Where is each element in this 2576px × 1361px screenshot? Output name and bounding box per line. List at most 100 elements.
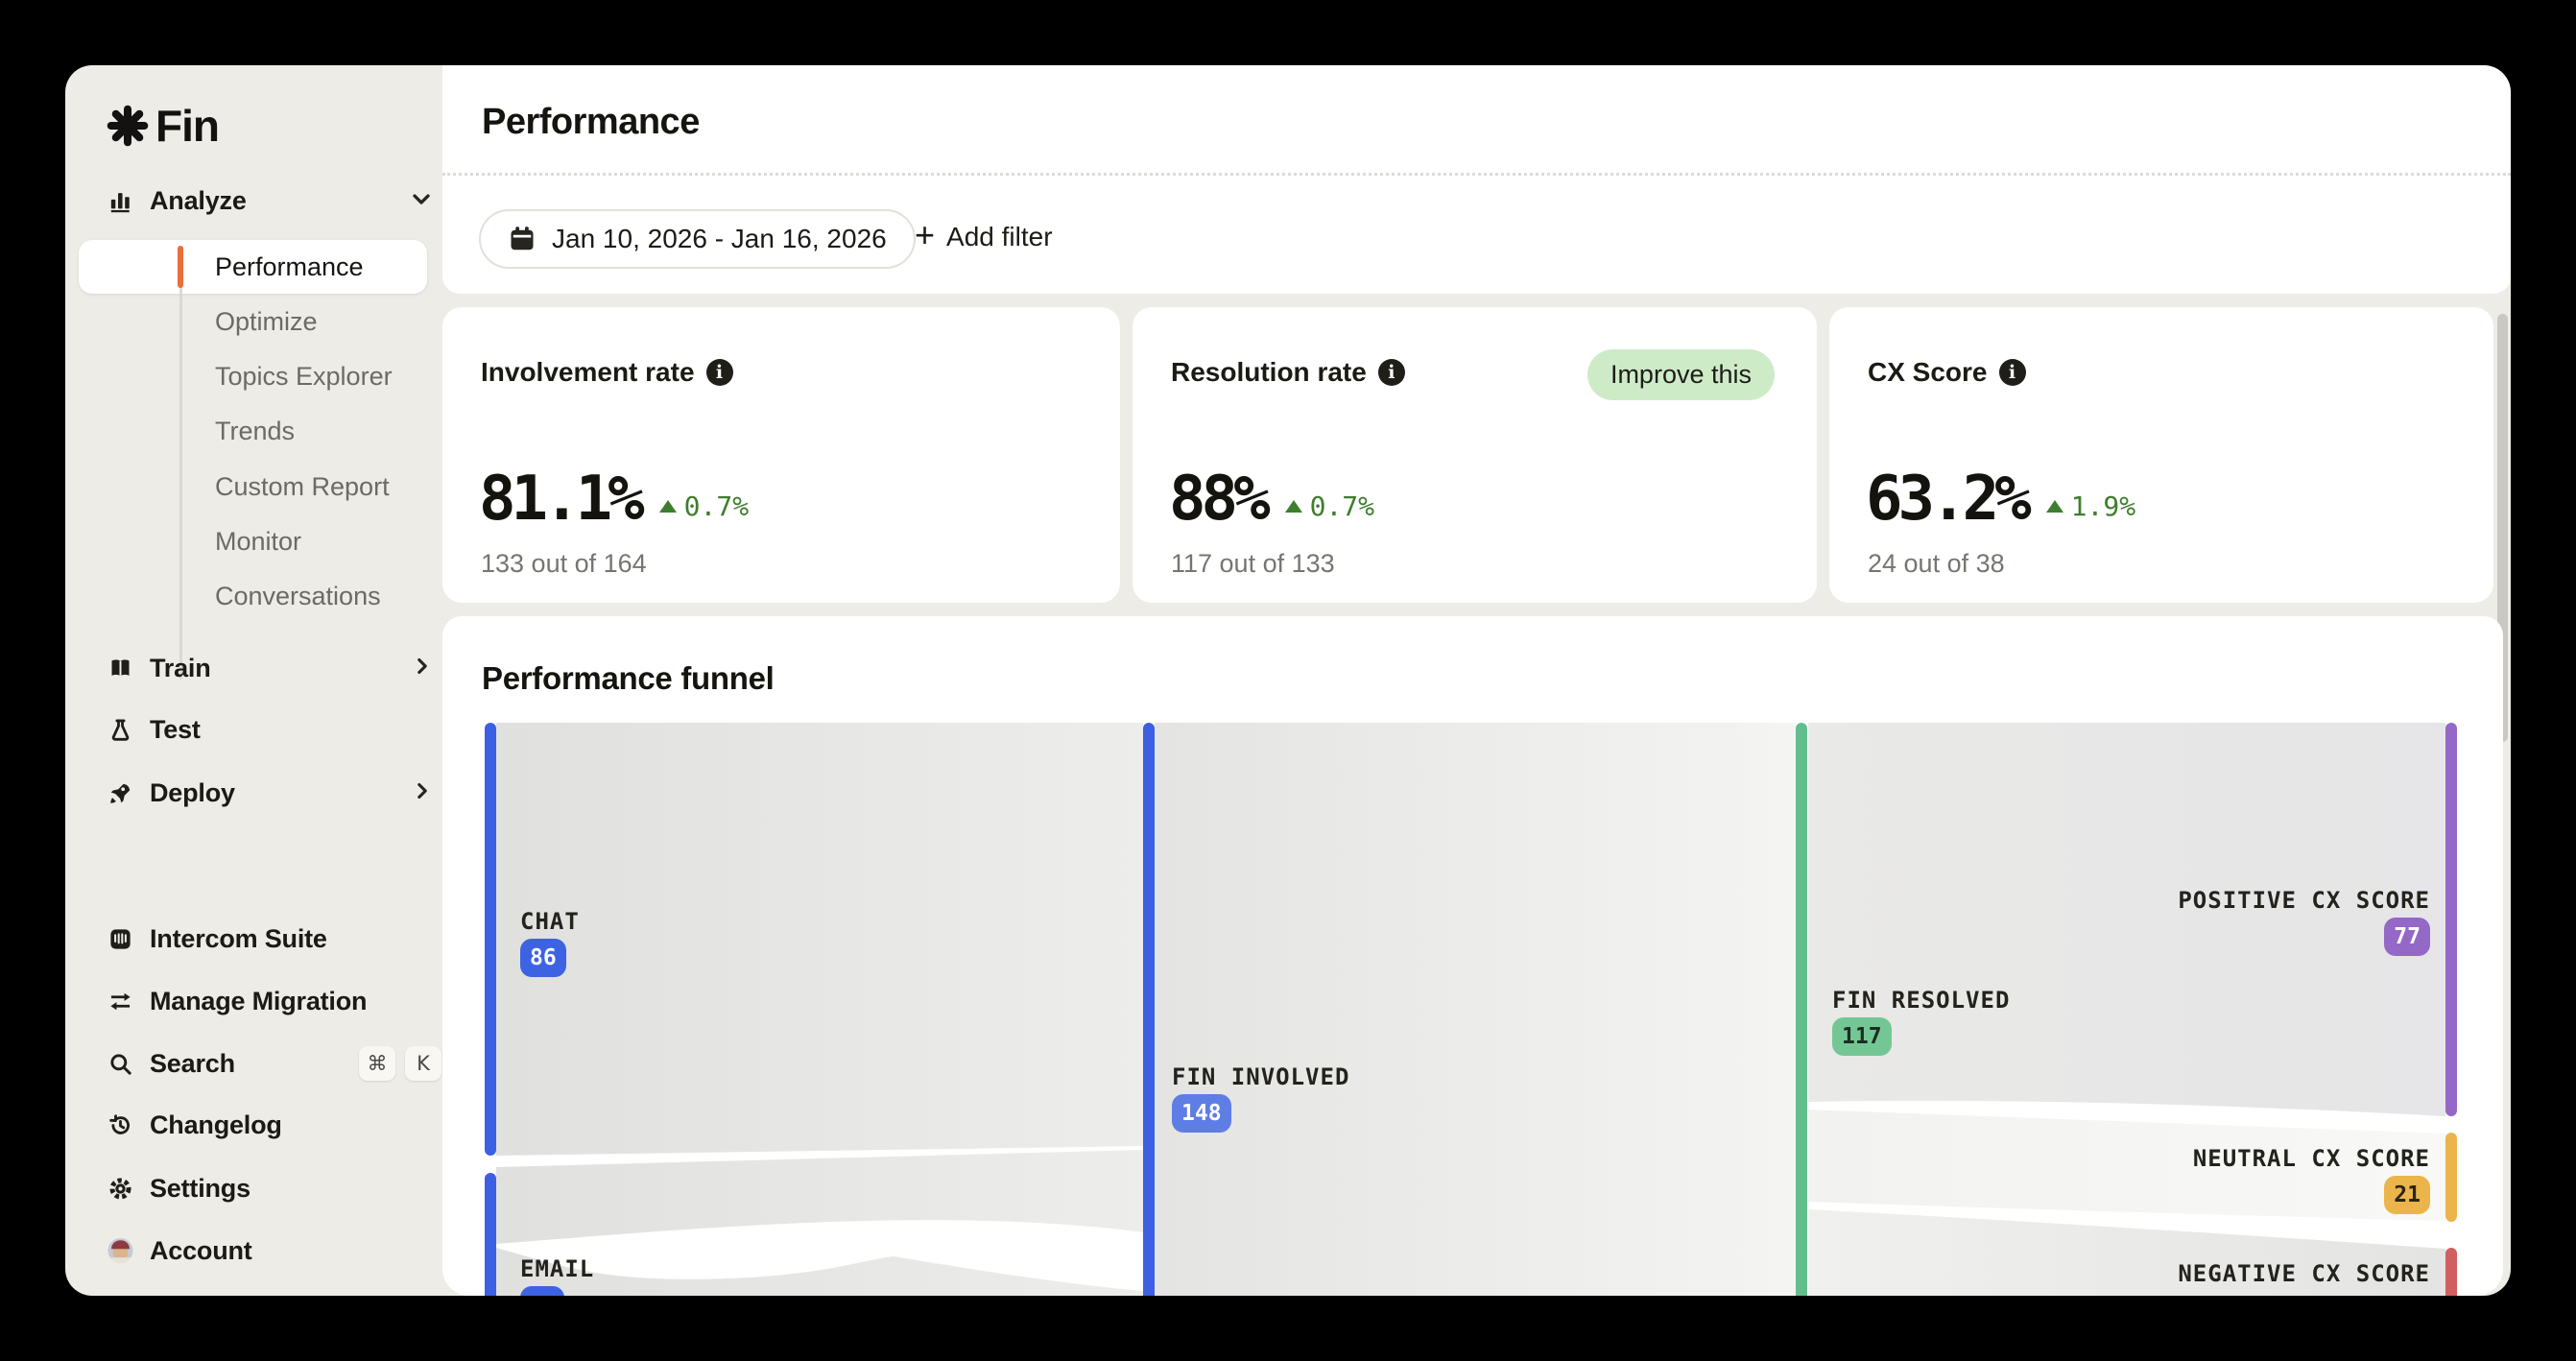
delta-up-icon: [659, 500, 677, 513]
funnel-count-fin-resolved: 117: [1832, 1017, 1892, 1056]
screenshot-canvas: Fin Analyze: [0, 0, 2576, 1361]
flow-chat-to-fin-involved: [496, 723, 1143, 1156]
metric-card-involvement-rate: Involvement rate i 81.1% 0.7% 133 out of…: [442, 307, 1120, 603]
sidebar-item-label: Conversations: [215, 582, 381, 611]
sidebar-item-label: Custom Report: [215, 472, 390, 502]
intercom-icon: [107, 926, 133, 952]
sidebar-item-analyze[interactable]: Analyze: [65, 176, 442, 226]
flask-icon: [107, 717, 133, 743]
sidebar-item-monitor[interactable]: Monitor: [65, 514, 442, 569]
sidebar-item-conversations[interactable]: Conversations: [65, 569, 442, 624]
sidebar-item-label: Performance: [215, 252, 364, 282]
sidebar-item-test[interactable]: Test: [65, 704, 442, 754]
search-icon: [107, 1051, 133, 1077]
calendar-icon: [508, 225, 537, 253]
funnel-label-email: EMAIL: [520, 1255, 594, 1282]
sidebar-item-label: Account: [150, 1236, 252, 1266]
metric-delta: 0.7%: [684, 490, 749, 522]
metric-card-cx-score: CX Score i 63.2% 1.9% 24 out of 38: [1829, 307, 2493, 603]
funnel-label-fin-involved: FIN INVOLVED: [1172, 1063, 1349, 1090]
sidebar-item-label: Search: [150, 1049, 235, 1079]
sidebar-item-label: Optimize: [215, 307, 318, 337]
chevron-right-icon: [410, 654, 435, 683]
metric-value: 63.2%: [1866, 468, 2027, 530]
flow-resolved-to-positive: [1808, 723, 2445, 1116]
sidebar-item-custom-report[interactable]: Custom Report: [65, 460, 442, 514]
funnel-bar-fin-involved: [1143, 723, 1155, 1296]
metric-subtext: 24 out of 38: [1868, 549, 2005, 579]
funnel-label-chat: CHAT: [520, 908, 580, 935]
sidebar-item-search[interactable]: Search ⌘ K: [65, 1039, 442, 1088]
header-divider: [442, 173, 2511, 176]
sidebar-item-label: Topics Explorer: [215, 362, 393, 392]
funnel-label-negative-cx: NEGATIVE CX SCORE: [2178, 1260, 2430, 1287]
sidebar-item-trends[interactable]: Trends: [65, 404, 442, 459]
sidebar-item-label: Manage Migration: [150, 987, 367, 1016]
fin-asterisk-icon: [106, 104, 150, 148]
funnel-bar-fin-resolved: [1796, 723, 1807, 1296]
header-panel: Performance Jan 10, 2026 - Jan 16, 2026 …: [442, 65, 2511, 294]
metric-subtext: 133 out of 164: [481, 549, 647, 579]
funnel-label-fin-resolved: FIN RESOLVED: [1832, 987, 2010, 1014]
funnel-bar-positive: [2445, 723, 2457, 1116]
funnel-count-positive-cx: 77: [2384, 918, 2430, 956]
sidebar-item-changelog[interactable]: Changelog: [65, 1100, 442, 1150]
app-window: Fin Analyze: [65, 65, 2511, 1296]
metric-value: 88%: [1169, 468, 1266, 530]
date-range-value: Jan 10, 2026 - Jan 16, 2026: [552, 224, 887, 254]
sidebar-item-label: Test: [150, 715, 201, 745]
add-filter-label: Add filter: [946, 222, 1053, 252]
metric-card-resolution-rate: Resolution rate i Improve this 88% 0.7% …: [1133, 307, 1817, 603]
sidebar-item-label: Monitor: [215, 527, 301, 557]
sidebar-item-label: Changelog: [150, 1110, 282, 1140]
fin-logo: Fin: [106, 100, 219, 152]
funnel-bar-email: [485, 1173, 496, 1296]
sidebar-item-optimize[interactable]: Optimize: [65, 295, 442, 349]
fin-logo-text: Fin: [155, 100, 219, 152]
info-icon[interactable]: i: [706, 359, 733, 386]
add-filter-button[interactable]: + Add filter: [915, 209, 1053, 265]
sidebar-item-topics-explorer[interactable]: Topics Explorer: [65, 349, 442, 404]
funnel-bar-neutral: [2445, 1133, 2457, 1222]
sidebar-item-label: Intercom Suite: [150, 924, 327, 954]
sidebar-item-performance[interactable]: Performance: [65, 240, 442, 295]
metric-delta: 0.7%: [1310, 490, 1374, 522]
sidebar-item-label: Deploy: [150, 778, 235, 808]
sidebar-item-label: Train: [150, 654, 211, 683]
funnel-sankey-chart: [442, 616, 2503, 1296]
sidebar-item-settings[interactable]: Settings: [65, 1163, 442, 1213]
funnel-label-positive-cx: POSITIVE CX SCORE: [2178, 887, 2430, 914]
transfer-arrows-icon: [107, 989, 133, 1015]
avatar: [107, 1238, 133, 1264]
rocket-icon: [107, 780, 133, 806]
funnel-count-neutral-cx: 21: [2384, 1176, 2430, 1214]
sidebar-item-account[interactable]: Account: [65, 1226, 442, 1276]
sidebar-item-intercom-suite[interactable]: Intercom Suite: [65, 914, 442, 964]
funnel-label-neutral-cx: NEUTRAL CX SCORE: [2193, 1145, 2430, 1172]
date-range-filter[interactable]: Jan 10, 2026 - Jan 16, 2026: [479, 209, 916, 269]
sidebar-item-manage-migration[interactable]: Manage Migration: [65, 976, 442, 1026]
chevron-right-icon: [410, 778, 435, 808]
metric-label: Resolution rate: [1171, 357, 1367, 388]
flow-fin-involved-to-resolved: [1155, 723, 1796, 1296]
improve-this-badge[interactable]: Improve this: [1587, 349, 1775, 400]
page-title: Performance: [482, 102, 700, 143]
metric-subtext: 117 out of 133: [1171, 549, 1335, 579]
search-shortcut: ⌘ K: [359, 1046, 441, 1081]
funnel-count-email: [520, 1286, 564, 1296]
book-icon: [107, 656, 133, 681]
bar-chart-icon: [107, 188, 133, 214]
info-icon[interactable]: i: [1378, 359, 1405, 386]
flow-email-to-fin-involved: [496, 1150, 1143, 1244]
sidebar-item-train[interactable]: Train: [65, 643, 442, 693]
sidebar-item-deploy[interactable]: Deploy: [65, 768, 442, 818]
info-icon[interactable]: i: [1999, 359, 2026, 386]
plus-icon: +: [915, 218, 935, 252]
metric-delta: 1.9%: [2071, 490, 2135, 522]
history-icon: [107, 1112, 133, 1138]
funnel-count-fin-involved: 148: [1172, 1094, 1231, 1133]
k-keycap: K: [405, 1046, 441, 1081]
cmd-keycap: ⌘: [359, 1046, 395, 1081]
gear-icon: [107, 1176, 133, 1202]
metric-value: 81.1%: [479, 468, 640, 530]
